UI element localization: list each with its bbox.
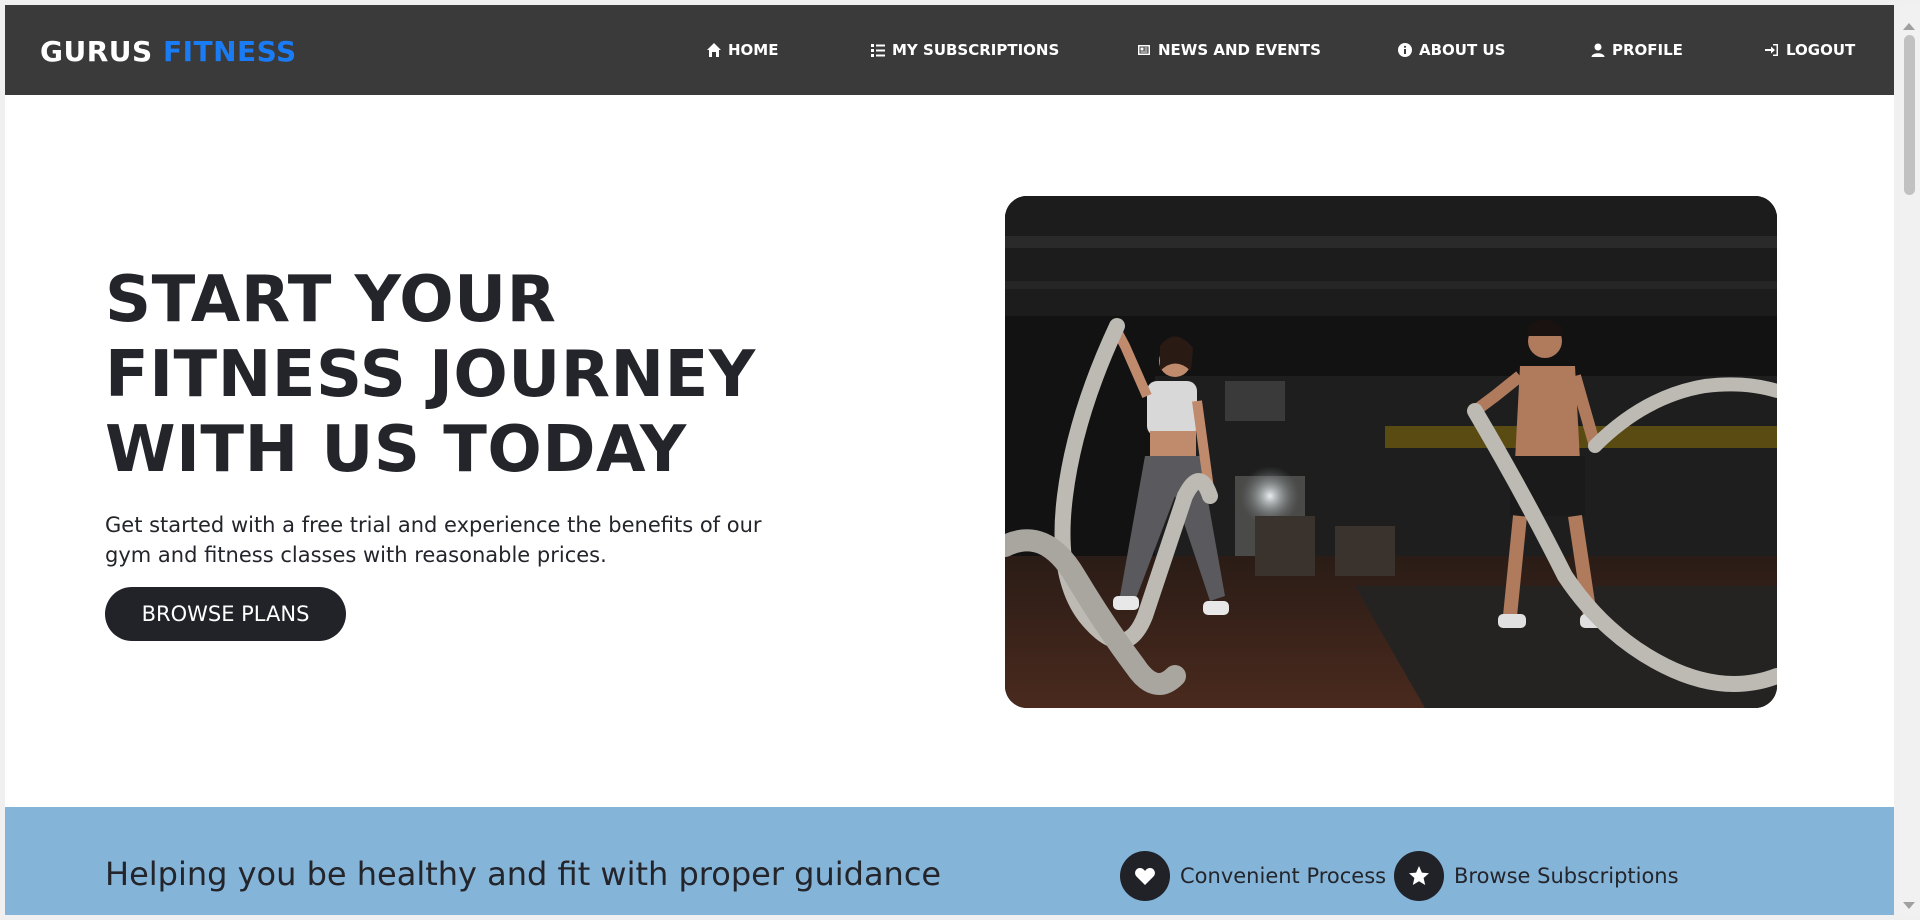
nav-my-subscriptions-label: MY SUBSCRIPTIONS xyxy=(892,41,1060,59)
nav-news-events[interactable]: NEWS AND EVENTS xyxy=(1136,41,1321,59)
navbar: GURUS FITNESS HOME MY SUBSCRIPTIONS NEWS… xyxy=(5,5,1894,95)
scroll-down-arrow-icon[interactable] xyxy=(1903,902,1915,909)
user-icon xyxy=(1591,43,1605,57)
browse-plans-button[interactable]: BROWSE PLANS xyxy=(105,587,346,641)
features-band: Helping you be healthy and fit with prop… xyxy=(5,807,1894,915)
feature-browse-subscriptions: Browse Subscriptions xyxy=(1394,851,1679,901)
feature-convenient-process-label: Convenient Process xyxy=(1180,864,1387,888)
battle-ropes-photo xyxy=(1005,196,1777,708)
vertical-scrollbar[interactable] xyxy=(1899,5,1920,915)
feature-browse-subscriptions-label: Browse Subscriptions xyxy=(1454,864,1679,888)
brand-name-part1: GURUS xyxy=(40,35,153,68)
nav-logout[interactable]: LOGOUT xyxy=(1764,41,1855,59)
nav-news-events-label: NEWS AND EVENTS xyxy=(1158,41,1321,59)
star-icon xyxy=(1394,851,1444,901)
feature-convenient-process: Convenient Process xyxy=(1120,851,1386,901)
nav-about-us-label: ABOUT US xyxy=(1419,41,1506,59)
hero-title: START YOUR FITNESS JOURNEY WITH US TODAY xyxy=(105,263,756,487)
logout-icon xyxy=(1765,44,1778,56)
nav-profile[interactable]: PROFILE xyxy=(1590,41,1683,59)
heart-icon xyxy=(1120,851,1170,901)
nav-about-us[interactable]: ABOUT US xyxy=(1397,41,1505,59)
brand-logo[interactable]: GURUS FITNESS xyxy=(40,35,297,68)
info-icon xyxy=(1398,43,1412,57)
nav-home-label: HOME xyxy=(728,41,779,59)
page: GURUS FITNESS HOME MY SUBSCRIPTIONS NEWS… xyxy=(5,5,1894,915)
brand-name-part2: FITNESS xyxy=(162,35,297,68)
nav-my-subscriptions[interactable]: MY SUBSCRIPTIONS xyxy=(870,41,1059,59)
nav-profile-label: PROFILE xyxy=(1612,41,1683,59)
scroll-thumb[interactable] xyxy=(1904,35,1915,195)
list-icon xyxy=(871,44,885,57)
nav-logout-label: LOGOUT xyxy=(1786,41,1856,59)
home-icon xyxy=(707,43,721,57)
hero-subtitle: Get started with a free trial and experi… xyxy=(105,513,762,567)
scroll-up-arrow-icon[interactable] xyxy=(1903,23,1915,30)
nav-home[interactable]: HOME xyxy=(706,41,778,59)
hero-image xyxy=(1005,196,1777,708)
band-title: Helping you be healthy and fit with prop… xyxy=(105,855,942,893)
newspaper-icon xyxy=(1138,45,1150,55)
